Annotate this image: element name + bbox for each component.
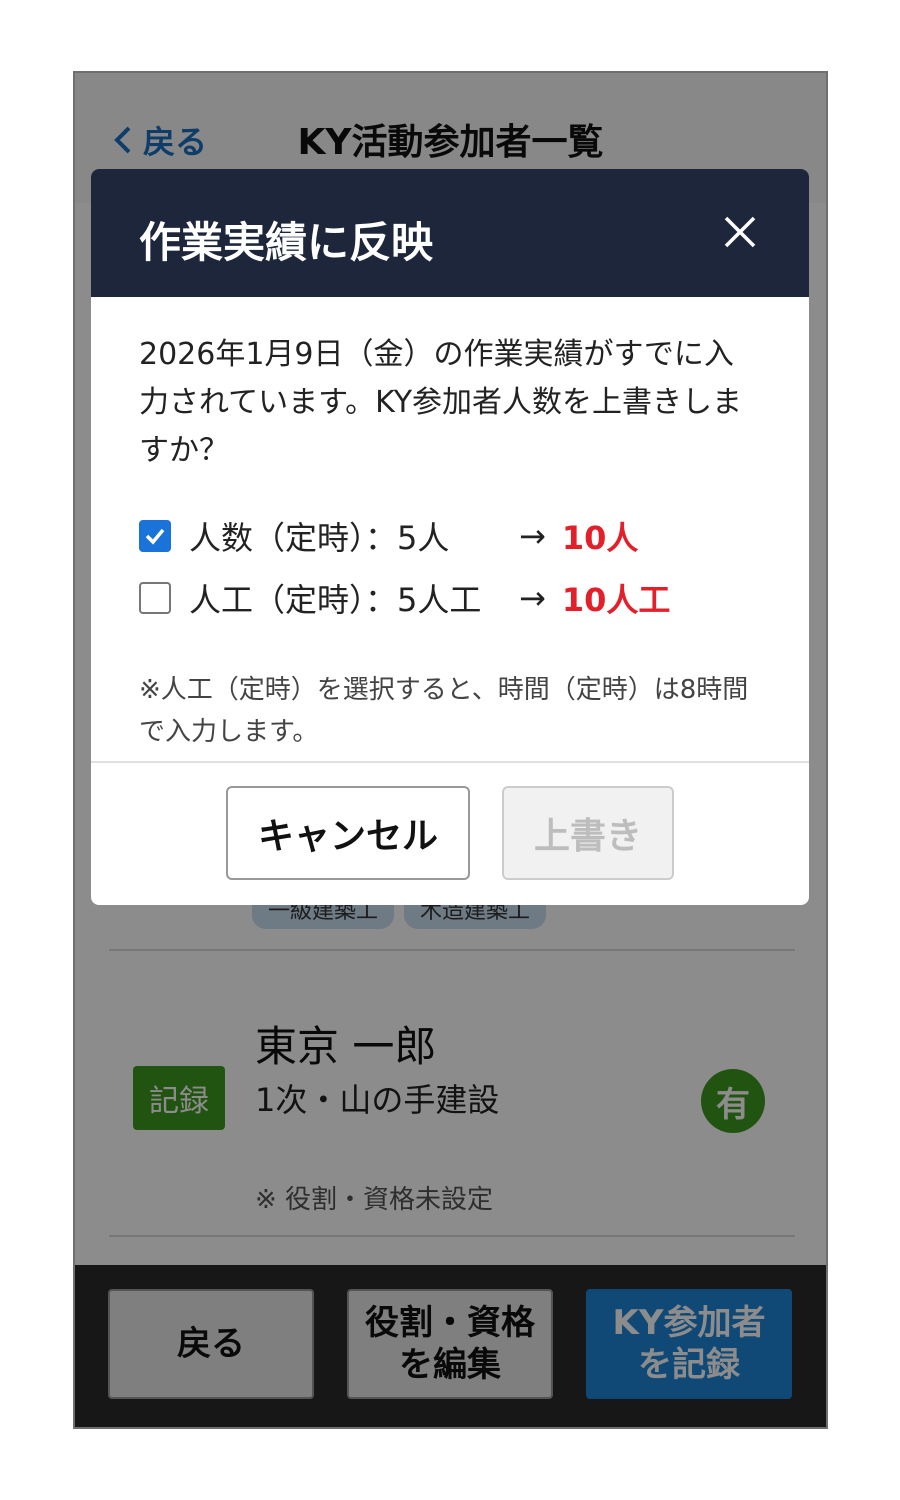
- dialog-message: 2026年1月9日（金）の作業実績がすでに入力されています。KY参加者人数を上書…: [139, 337, 743, 468]
- check-icon: [145, 528, 165, 545]
- overwrite-dialog: 作業実績に反映 2026年1月9日（金）の作業実績がすでに入力されています。KY…: [91, 169, 809, 905]
- dialog-title: 作業実績に反映: [139, 218, 434, 267]
- dialog-body: 2026年1月9日（金）の作業実績がすでに入力されています。KY参加者人数を上書…: [91, 297, 809, 753]
- headcount-new-value: 10人: [561, 519, 639, 557]
- arrow-right-icon: →: [519, 579, 546, 617]
- headcount-checkbox[interactable]: [139, 520, 171, 552]
- arrow-right-icon: →: [519, 517, 546, 555]
- manday-label: 人工（定時）：5人工: [189, 581, 482, 619]
- dialog-header: 作業実績に反映: [91, 169, 809, 297]
- headcount-label: 人数（定時）：5人: [189, 519, 450, 557]
- cancel-button[interactable]: キャンセル: [226, 786, 470, 880]
- option-headcount[interactable]: 人数（定時）：5人 → 10人: [139, 505, 761, 567]
- close-icon[interactable]: [723, 215, 757, 249]
- dialog-divider: [91, 761, 809, 763]
- manday-checkbox[interactable]: [139, 582, 171, 614]
- manday-new-value: 10人工: [561, 581, 671, 619]
- dialog-note: ※人工（定時）を選択すると、時間（定時）は8時間で入力します。: [139, 675, 749, 747]
- overwrite-button[interactable]: 上書き: [502, 786, 674, 880]
- option-manday[interactable]: 人工（定時）：5人工 → 10人工: [139, 567, 761, 629]
